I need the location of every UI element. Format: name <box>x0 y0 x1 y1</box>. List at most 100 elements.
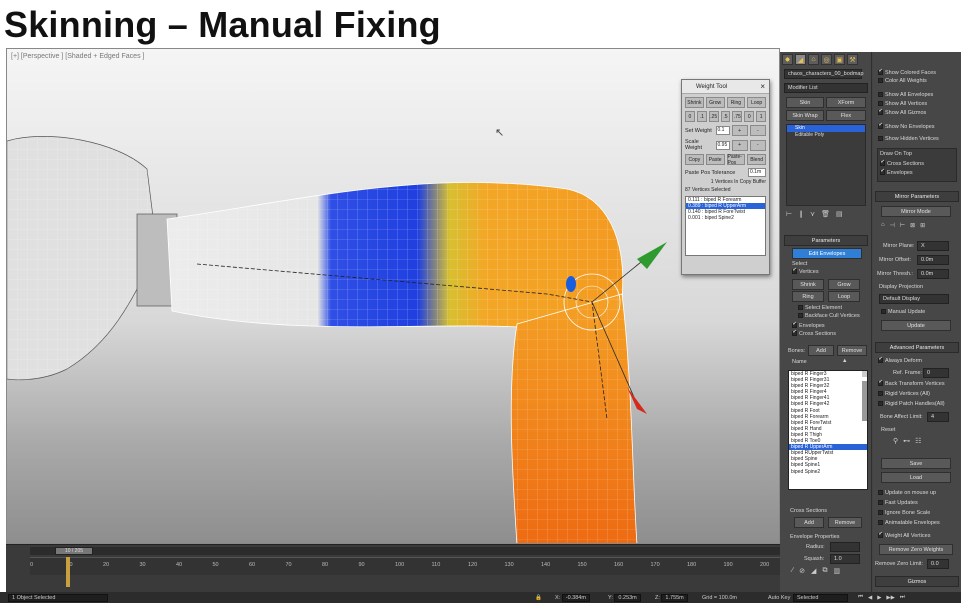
next-frame-icon[interactable]: ▶▶ <box>886 595 894 601</box>
time-slider[interactable]: 10 / 205 <box>30 547 780 555</box>
wt-ring-button[interactable]: Ring <box>726 97 746 108</box>
parameters-rollout[interactable]: Parameters <box>784 235 868 246</box>
remove-modifier-icon[interactable]: 🗑 <box>821 210 830 220</box>
show-end-result-icon[interactable]: ❙ <box>798 210 804 220</box>
pin-stack-icon[interactable]: ⊢ <box>786 210 792 220</box>
wt-weight-025-button[interactable]: .25 <box>708 111 719 122</box>
skin-wrap-modifier-button[interactable]: Skin Wrap <box>786 110 824 121</box>
paste-envelope-icon[interactable]: ▥ <box>833 567 840 578</box>
object-name-field[interactable]: chaos_characters_00_bodmap <box>784 69 864 79</box>
rigid-patch-checkbox[interactable]: Rigid Patch Handles(All) <box>878 401 945 407</box>
lock-icon[interactable]: 🔒 <box>535 593 542 602</box>
wt-paste-pos-button[interactable]: Paste-Pos <box>726 154 746 166</box>
manual-update-checkbox[interactable]: Manual Update <box>881 309 925 315</box>
show-all-envelopes-checkbox[interactable]: Show All Envelopes <box>878 92 933 98</box>
timeline[interactable]: 10 / 205 0102030405060708090100110120130… <box>6 544 780 592</box>
remove-bone-button[interactable]: Remove <box>837 345 867 356</box>
falloff-icon[interactable]: ◢ <box>811 567 816 578</box>
ignore-bone-scale-checkbox[interactable]: Ignore Bone Scale <box>878 510 930 516</box>
viewport-perspective[interactable]: [+] [Perspective ] [Shaded + Edged Faces… <box>6 48 780 544</box>
skin-modifier-button[interactable]: Skin <box>786 97 824 108</box>
playback-controls[interactable]: ⏮ ◀ ▶ ▶▶ ⏭ <box>858 593 905 602</box>
paste-pos-field[interactable]: 0.1m <box>748 168 766 177</box>
reset-all-bones-icon[interactable]: ☷ <box>915 437 921 447</box>
weight-list[interactable]: 0.111 : biped R Forearm 0.389 : biped R … <box>685 196 766 256</box>
command-panel-tabs[interactable]: ✸ ◢ ⌂ ◎ ▣ ⚒ <box>782 54 858 65</box>
auto-key-button[interactable]: Auto Key <box>768 593 790 602</box>
draw-cross-sections-checkbox[interactable]: Cross Sections <box>880 159 924 167</box>
set-weight-field[interactable]: 0.1 <box>715 126 730 135</box>
stack-toolbar[interactable]: ⊢ ❙ ⋎ 🗑 ▤ <box>786 210 866 220</box>
update-button[interactable]: Update <box>881 320 951 331</box>
paste-green-to-blue-verts-icon[interactable]: ⊠ <box>910 222 915 232</box>
make-unique-icon[interactable]: ⋎ <box>810 210 815 220</box>
fast-updates-checkbox[interactable]: Fast Updates <box>878 500 918 506</box>
skinned-arm-mesh[interactable] <box>7 49 780 544</box>
configure-sets-icon[interactable]: ▤ <box>836 210 843 220</box>
x-coordinate[interactable]: X: -0.384m <box>555 593 590 602</box>
wt-scale-plus-button[interactable]: + <box>731 139 748 151</box>
paste-green-to-blue-bones-icon[interactable]: ⊣ <box>890 222 895 232</box>
gizmos-rollout[interactable]: Gizmos <box>875 576 959 587</box>
color-all-weights-checkbox[interactable]: Color All Weights <box>878 78 927 84</box>
previous-frame-icon[interactable]: ◀ <box>868 595 872 601</box>
bones-list[interactable]: biped R Finger3 biped R Finger31 biped R… <box>788 370 868 490</box>
mirror-tools-row[interactable]: ⌂ ⊣ ⊢ ⊠ ⊞ <box>881 222 957 232</box>
advanced-parameters-rollout[interactable]: Advanced Parameters <box>875 342 959 353</box>
load-button[interactable]: Load <box>881 472 951 483</box>
wt-weight-09-button[interactable]: 0 <box>744 111 755 122</box>
cs-remove-button[interactable]: Remove <box>828 517 862 528</box>
wt-minus-button[interactable]: - <box>749 125 766 136</box>
edit-envelopes-button[interactable]: Edit Envelopes <box>792 248 862 259</box>
go-to-start-icon[interactable]: ⏮ <box>858 594 863 601</box>
wt-grow-button[interactable]: Grow <box>705 97 725 108</box>
show-no-envelopes-checkbox[interactable]: Show No Envelopes <box>878 122 935 130</box>
weight-list-item[interactable]: 0.001 : biped Spine2 <box>686 215 765 221</box>
backface-cull-checkbox[interactable]: Backface Cull Vertices <box>798 313 860 319</box>
mirror-plane-dropdown[interactable]: X <box>917 241 949 251</box>
animatable-envelopes-checkbox[interactable]: Animatable Envelopes <box>878 520 940 526</box>
mirror-mode-button[interactable]: Mirror Mode <box>881 206 951 217</box>
sort-up-icon[interactable]: ▲ <box>842 358 847 364</box>
time-slider-thumb[interactable]: 10 / 205 <box>55 547 93 555</box>
wt-weight-1-button[interactable]: 1 <box>756 111 767 122</box>
envelope-visible-icon[interactable]: ⊘ <box>799 567 805 578</box>
motion-tab-icon[interactable]: ◎ <box>821 54 832 65</box>
command-panel[interactable]: ✸ ◢ ⌂ ◎ ▣ ⚒ chaos_characters_00_bodmap M… <box>780 52 961 603</box>
cs-add-button[interactable]: Add <box>794 517 824 528</box>
xform-modifier-button[interactable]: XForm <box>826 97 866 108</box>
wt-copy-button[interactable]: Copy <box>685 154 704 165</box>
remove-zero-limit-field[interactable]: 0.0 <box>927 559 949 569</box>
reset-selected-bone-icon[interactable]: ⊷ <box>903 437 910 447</box>
wt-weight-01-button[interactable]: .1 <box>696 111 707 122</box>
scale-weight-field[interactable]: 0.95 <box>715 140 730 150</box>
wt-weight-075-button[interactable]: .75 <box>732 111 743 122</box>
save-button[interactable]: Save <box>881 458 951 469</box>
loop-button[interactable]: Loop <box>828 291 860 302</box>
paste-blue-to-green-verts-icon[interactable]: ⊞ <box>920 222 925 232</box>
radius-field[interactable] <box>830 542 860 552</box>
reset-selected-verts-icon[interactable]: ⚲ <box>893 437 898 447</box>
grow-button[interactable]: Grow <box>828 279 860 290</box>
bone-list-item[interactable]: biped Spine2 <box>789 469 867 475</box>
squash-field[interactable]: 1.0 <box>830 554 860 564</box>
weight-all-vertices-checkbox[interactable]: Weight All Vertices <box>878 531 930 539</box>
wt-blend-button[interactable]: Blend <box>747 154 766 165</box>
mirror-offset-field[interactable]: 0.0m <box>917 255 949 265</box>
always-deform-checkbox[interactable]: Always Deform <box>878 356 922 364</box>
utilities-tab-icon[interactable]: ⚒ <box>847 54 858 65</box>
add-bone-button[interactable]: Add <box>808 345 834 356</box>
draw-envelopes-checkbox[interactable]: Envelopes <box>880 168 913 176</box>
wt-plus-button[interactable]: + <box>731 125 748 136</box>
display-tab-icon[interactable]: ▣ <box>834 54 845 65</box>
go-to-end-icon[interactable]: ⏭ <box>900 594 905 601</box>
select-element-checkbox[interactable]: Select Element <box>798 305 842 311</box>
stack-item-skin[interactable]: Skin <box>787 125 865 132</box>
play-icon[interactable]: ▶ <box>877 595 881 601</box>
weight-tool-titlebar[interactable]: Weight Tool × <box>682 80 769 94</box>
z-coordinate[interactable]: Z: 1.755m <box>655 593 688 602</box>
remove-zero-weights-button[interactable]: Remove Zero Weights <box>879 544 953 555</box>
create-tab-icon[interactable]: ✸ <box>782 54 793 65</box>
envelopes-checkbox[interactable]: Envelopes <box>792 321 825 329</box>
copy-envelope-icon[interactable]: ⧉ <box>822 567 827 578</box>
